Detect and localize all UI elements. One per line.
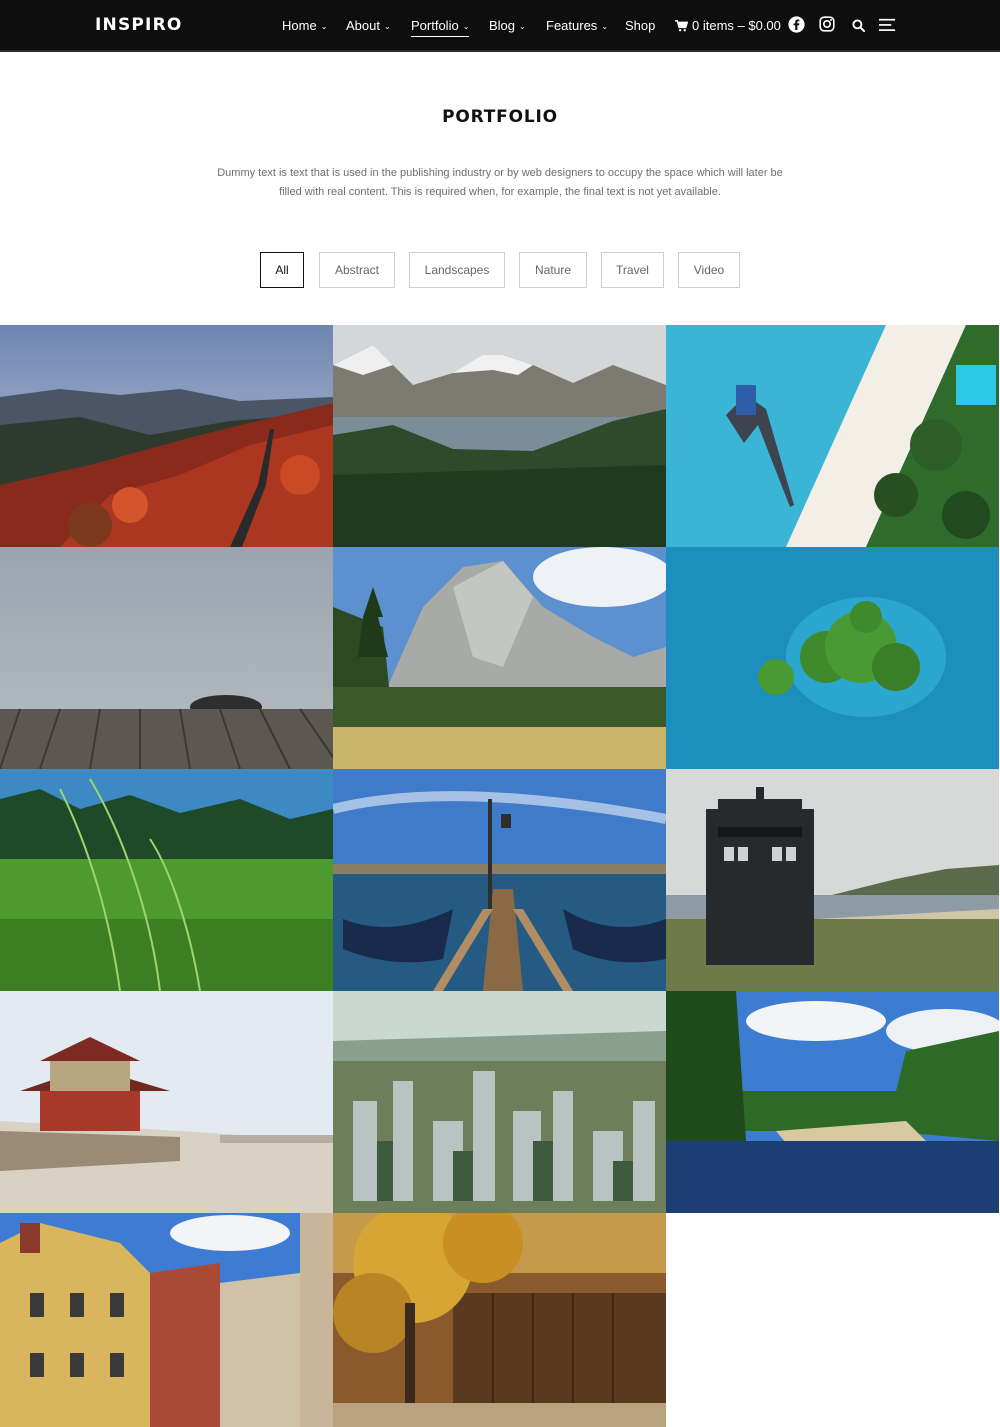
- filter-video[interactable]: Video: [678, 252, 740, 288]
- portfolio-image: [0, 991, 333, 1213]
- facebook-icon[interactable]: [788, 16, 805, 33]
- portfolio-image: [666, 547, 999, 769]
- portfolio-item-grass-closeup[interactable]: [0, 769, 333, 991]
- instagram-icon[interactable]: [819, 16, 835, 32]
- portfolio-item-city-skyline[interactable]: [333, 991, 666, 1213]
- filter-travel[interactable]: Travel: [601, 252, 664, 288]
- nav-item-shop[interactable]: Shop: [625, 18, 655, 33]
- cart-icon: [675, 20, 689, 32]
- nav-item-about[interactable]: About ⌄: [346, 18, 391, 33]
- chevron-down-icon: ⌄: [462, 22, 470, 31]
- portfolio-image: [0, 325, 333, 547]
- chevron-down-icon: ⌄: [383, 22, 391, 31]
- portfolio-grid: [0, 325, 1000, 1427]
- portfolio-item-island-aerial[interactable]: [666, 547, 999, 769]
- portfolio-item-autumn-road[interactable]: [0, 325, 333, 547]
- nav-item-home[interactable]: Home ⌄: [282, 18, 327, 33]
- portfolio-item-police-box[interactable]: [666, 769, 999, 991]
- page-title: PORTFOLIO: [442, 107, 558, 127]
- nav-item-label: Home: [282, 18, 317, 33]
- portfolio-item-mountain-lake[interactable]: [333, 325, 666, 547]
- portfolio-image: [333, 1213, 666, 1427]
- site-logo[interactable]: INSPIRO: [95, 15, 183, 35]
- chevron-down-icon: ⌄: [601, 22, 609, 31]
- portfolio-item-venice-pier[interactable]: [333, 769, 666, 991]
- portfolio-image: [0, 1213, 333, 1427]
- cart-summary: 0 items – $0.00: [692, 18, 781, 33]
- portfolio-item-foggy-pier[interactable]: [0, 547, 333, 769]
- page-intro: Dummy text is text that is used in the p…: [217, 167, 783, 198]
- chevron-down-icon: ⌄: [519, 22, 526, 31]
- portfolio-item-great-wall[interactable]: [0, 991, 333, 1213]
- nav-item-features[interactable]: Features ⌄: [546, 18, 608, 33]
- nav-item-label: About: [346, 18, 380, 33]
- filter-all[interactable]: All: [260, 252, 304, 288]
- filter-nature[interactable]: Nature: [519, 252, 587, 288]
- portfolio-item-tropical-beach[interactable]: [666, 325, 999, 547]
- portfolio-image: [0, 547, 333, 769]
- portfolio-item-autumn-tree-house[interactable]: [333, 1213, 666, 1427]
- nav-item-blog[interactable]: Blog ⌄: [489, 18, 526, 33]
- portfolio-image: [666, 991, 999, 1213]
- portfolio-image: [333, 769, 666, 991]
- portfolio-image: [666, 325, 999, 547]
- portfolio-item-old-town-buildings[interactable]: [0, 1213, 333, 1427]
- portfolio-image: [0, 769, 333, 991]
- chevron-down-icon: ⌄: [320, 22, 328, 31]
- filter-landscapes[interactable]: Landscapes: [409, 252, 505, 288]
- search-icon[interactable]: [852, 19, 865, 32]
- portfolio-image: [333, 991, 666, 1213]
- nav-item-label: Portfolio: [411, 18, 459, 33]
- portfolio-filter-bar: All Abstract Landscapes Nature Travel Vi…: [0, 252, 1000, 288]
- cart-link[interactable]: 0 items – $0.00: [675, 18, 781, 33]
- portfolio-item-forest-river[interactable]: [666, 991, 999, 1213]
- nav-item-label: Blog: [489, 18, 516, 33]
- portfolio-image: [333, 325, 666, 547]
- site-header: INSPIRO Home ⌄ About ⌄ Portfolio ⌄ Blog ⌄ Fe…: [0, 0, 1000, 52]
- menu-icon[interactable]: [879, 18, 896, 32]
- portfolio-item-granite-cliff[interactable]: [333, 547, 666, 769]
- portfolio-image: [666, 769, 999, 991]
- nav-item-label: Shop: [625, 18, 656, 33]
- nav-item-portfolio[interactable]: Portfolio ⌄: [411, 18, 470, 37]
- nav-item-label: Features: [546, 18, 598, 33]
- filter-abstract[interactable]: Abstract: [319, 252, 395, 288]
- portfolio-image: [333, 547, 666, 769]
